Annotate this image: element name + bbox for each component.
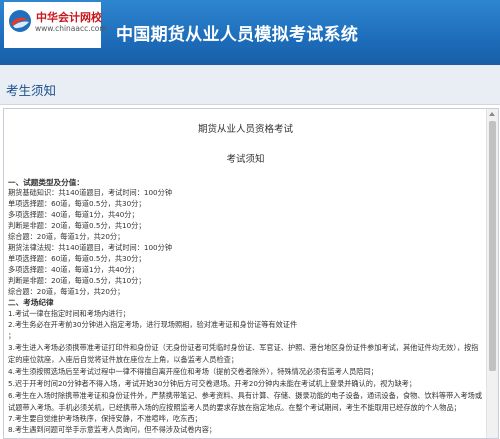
notice-line: 期货法律法规：共140道题目，考试时间：100分钟 <box>8 243 173 252</box>
notice-line: 6.考生在入场时除携带准考证和身份证件外，严禁携带笔记、参考资料、具有计算、存储… <box>8 391 483 412</box>
system-title: 中国期货从业人员模拟考试系统 <box>116 25 359 45</box>
notice-scrollbar[interactable] <box>486 109 498 438</box>
logo-emblem-icon <box>9 10 31 32</box>
scrollbar-thumb[interactable] <box>489 121 496 371</box>
notice-line: 8.考生遇到问题可举手示意监考人员询问，但不得涉及试卷内容； <box>8 425 217 434</box>
notice-line: 3.考生进入考场必须携带准考证打印件和身份证（无身份证者可凭临时身份证、军官证、… <box>8 343 479 364</box>
notice-line: 多项选择题：40道，每道1分，共40分； <box>8 265 139 274</box>
notice-line: 判断是非题：20道，每道0.5分，共10分； <box>8 276 146 285</box>
notice-line: 4.考生须按照选场后至考试过程中一律不得擅自离开座位和考场（提前交卷者除外），特… <box>8 367 378 376</box>
logo-url: www.chinaacc.com <box>35 24 107 33</box>
section-title: 考生须知 <box>6 83 57 98</box>
notice-line: 1.考试一律在指定时间和考场内进行； <box>8 309 130 318</box>
section-heading-exam-rules: 二、考场纪律 <box>8 298 54 307</box>
section-bar <box>0 65 500 105</box>
notice-line: 多项选择题：40道，每道1分，共40分； <box>8 210 139 219</box>
notice-line: 综合题：20道，每道1分，共20分； <box>8 232 125 241</box>
notice-line: 综合题：20道，每道1分，共20分； <box>8 287 125 296</box>
notice-line: 2.考生务必在开考前30分钟进入指定考场，进行现场照相，验对准考证和身份证等有效… <box>8 320 298 329</box>
notice-line: 7.考生要自觉维护考场秩序，保持安静，不准喧哗，吃东西； <box>8 414 202 423</box>
exam-name: 期货从业人员资格考试 <box>197 124 293 135</box>
notice-title: 考试须知 <box>226 154 265 165</box>
logo-text: 中华会计网校 <box>36 11 102 24</box>
app-header: 中华会计网校 www.chinaacc.com 中国期货从业人员模拟考试系统 <box>0 0 500 65</box>
scroll-up-arrow-icon[interactable] <box>489 112 495 116</box>
notice-line: 单项选择题：60道，每道0.5分，共30分； <box>8 199 146 208</box>
section-heading-question-types: 一、试题类型及分值： <box>8 178 84 187</box>
chinaacc-logo: 中华会计网校 www.chinaacc.com <box>4 2 107 48</box>
notice-line: 判断是非题：20道，每道0.5分，共10分； <box>8 221 146 230</box>
exam-notice-content: 期货从业人员资格考试 考试须知 一、试题类型及分值： 期货基础知识：共140道题… <box>4 109 487 438</box>
notice-line: ； <box>8 331 16 340</box>
notice-line: 5.迟于开考时间20分钟者不得入场，考试开始30分钟后方可交卷退场。开考20分钟… <box>8 379 417 388</box>
exam-notice-panel[interactable]: 期货从业人员资格考试 考试须知 一、试题类型及分值： 期货基础知识：共140道题… <box>3 108 499 439</box>
notice-line: 期货基础知识：共140道题目，考试时间：100分钟 <box>8 188 173 197</box>
notice-line: 单项选择题：60道，每道0.5分，共30分； <box>8 254 146 263</box>
